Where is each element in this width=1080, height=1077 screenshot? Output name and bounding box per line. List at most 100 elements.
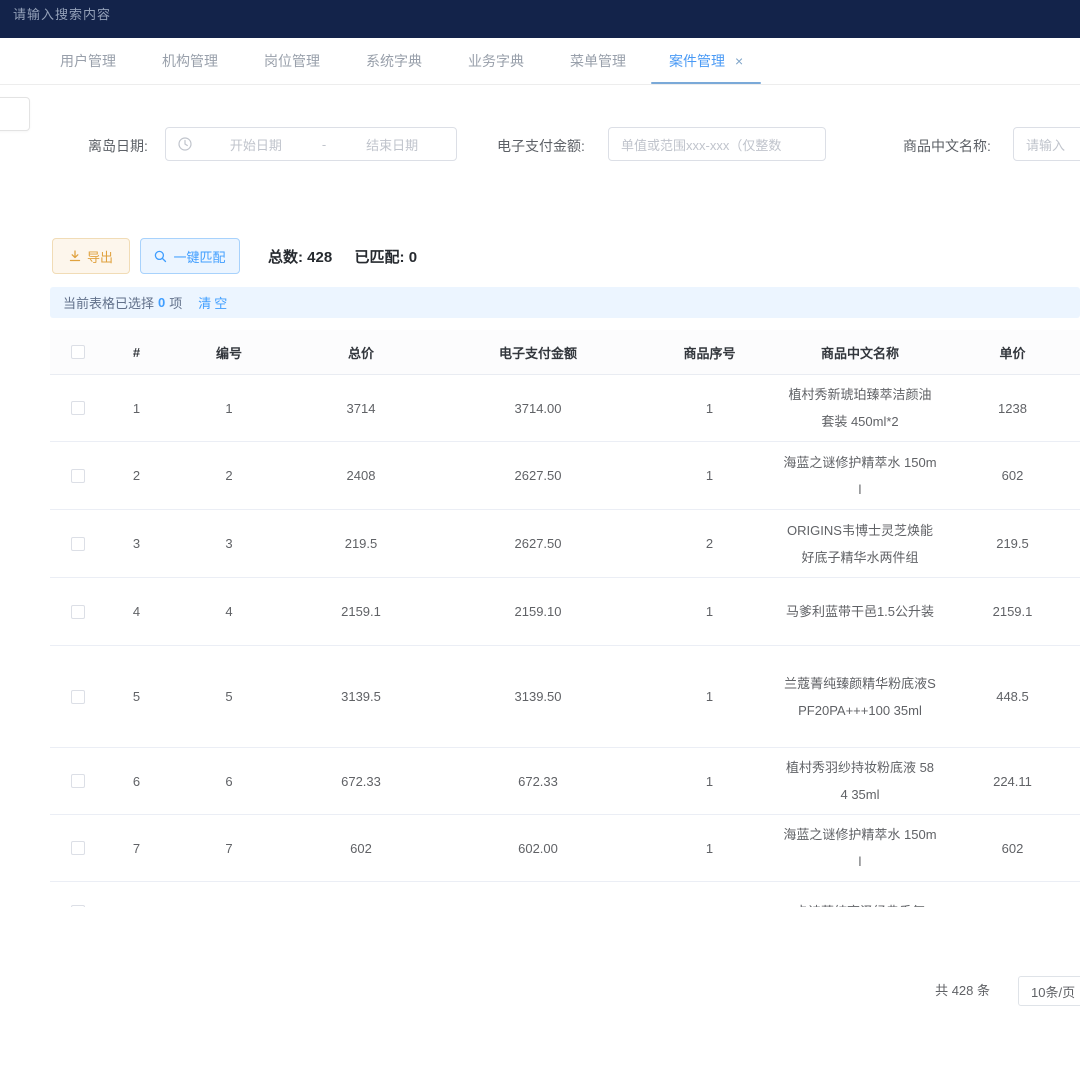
cell-code: 4 xyxy=(168,578,290,645)
table-header: # 编号 总价 电子支付金额 商品序号 商品中文名称 单价 xyxy=(50,330,1080,375)
cell-epayment: 2159.10 xyxy=(432,578,644,645)
tab-item[interactable]: 菜单管理 xyxy=(547,38,649,84)
cell-product-name: 植村秀羽纱持妆粉底液 584 35ml xyxy=(775,748,945,814)
cell-epayment: 2627.50 xyxy=(432,442,644,509)
cell-product-seq: 1 xyxy=(644,882,775,907)
cell-epayment: 1393.47 xyxy=(432,882,644,907)
table-row: 6 6 672.33 672.33 1 植村秀羽纱持妆粉底液 584 35ml … xyxy=(50,748,1080,815)
cell-epayment: 3139.50 xyxy=(432,646,644,747)
page-size-select[interactable]: 10条/页 xyxy=(1018,976,1080,1006)
cell-index: 2 xyxy=(105,442,168,509)
cell-product-name: 海蓝之谜修护精萃水 150ml xyxy=(775,815,945,881)
cell-total-price: 219.5 xyxy=(290,510,432,577)
end-date-input[interactable]: 结束日期 xyxy=(328,135,456,154)
tab-item[interactable]: 机构管理 xyxy=(139,38,241,84)
cell-product-seq: 1 xyxy=(644,646,775,747)
page: { "topbar": { "search_placeholder": "请输入… xyxy=(0,0,1080,1077)
row-checkbox[interactable] xyxy=(71,690,85,704)
row-checkbox[interactable] xyxy=(71,469,85,483)
pagination: 共 428 条 10条/页 xyxy=(0,976,1080,1010)
tab-item[interactable]: 用户管理 xyxy=(37,38,139,84)
global-search-input[interactable]: 请输入搜索内容 xyxy=(13,4,111,23)
toolbar: 导出 一键匹配 总数: 428 已匹配: 0 xyxy=(0,238,1080,274)
data-table: # 编号 总价 电子支付金额 商品序号 商品中文名称 单价 1 1 3714 3… xyxy=(50,330,1080,907)
product-input-placeholder: 请输入 xyxy=(1026,135,1065,154)
filter-bar: 离岛日期: 开始日期 - 结束日期 电子支付金额: 单值或范围xxx-xxx（仅… xyxy=(0,127,1080,163)
payment-amount-input[interactable]: 单值或范围xxx-xxx（仅整数 xyxy=(608,127,826,161)
date-range-separator: - xyxy=(320,137,328,152)
column-header-index: # xyxy=(105,330,168,374)
cell-code: 6 xyxy=(168,748,290,814)
cell-index: 6 xyxy=(105,748,168,814)
cell-product-name: 马爹利蓝带干邑1.5公升装 xyxy=(775,578,945,645)
page-size-value: 10条/页 xyxy=(1031,982,1075,1001)
cell-total-price: 3714 xyxy=(290,375,432,441)
column-header-total-price: 总价 xyxy=(290,330,432,374)
cell-index: 3 xyxy=(105,510,168,577)
search-icon xyxy=(154,250,167,263)
table-row: 5 5 3139.5 3139.50 1 兰蔻菁纯臻颜精华粉底液SPF20PA+… xyxy=(50,646,1080,748)
cell-product-seq: 1 xyxy=(644,375,775,441)
row-checkbox[interactable] xyxy=(71,841,85,855)
row-checkbox[interactable] xyxy=(71,401,85,415)
download-icon xyxy=(69,250,81,262)
cell-index: 1 xyxy=(105,375,168,441)
one-click-match-button[interactable]: 一键匹配 xyxy=(140,238,240,274)
cell-product-name: 卡诗菁纯亮泽经典香氛 xyxy=(775,882,945,907)
export-button[interactable]: 导出 xyxy=(52,238,130,274)
cell-total-price: 1393.47 xyxy=(290,882,432,907)
cell-code: 8 xyxy=(168,882,290,907)
clear-selection-link[interactable]: 清空 xyxy=(198,293,230,312)
cell-total-price: 602 xyxy=(290,815,432,881)
cell-epayment: 672.33 xyxy=(432,748,644,814)
tab-case-management-active[interactable]: 案件管理 × xyxy=(649,38,763,84)
row-checkbox[interactable] xyxy=(71,905,85,908)
cell-unit-price: 1238 xyxy=(945,375,1080,441)
product-name-input[interactable]: 请输入 xyxy=(1013,127,1080,161)
table-row: 8 8 1393.47 1393.47 1 卡诗菁纯亮泽经典香氛 463.82 xyxy=(50,882,1080,907)
cell-unit-price: 219.5 xyxy=(945,510,1080,577)
cell-product-seq: 1 xyxy=(644,815,775,881)
row-checkbox[interactable] xyxy=(71,774,85,788)
cell-product-seq: 1 xyxy=(644,748,775,814)
table-row: 1 1 3714 3714.00 1 植村秀新琥珀臻萃洁颜油套装 450ml*2… xyxy=(50,375,1080,442)
cell-epayment: 2627.50 xyxy=(432,510,644,577)
column-header-unit-price: 单价 xyxy=(945,330,1080,374)
tab-active-label: 案件管理 xyxy=(669,38,725,84)
collapsed-panel-stub[interactable] xyxy=(0,97,30,131)
table-row: 2 2 2408 2627.50 1 海蓝之谜修护精萃水 150ml 602 xyxy=(50,442,1080,510)
tab-close-icon[interactable]: × xyxy=(735,54,743,68)
column-header-product-name: 商品中文名称 xyxy=(775,330,945,374)
cell-product-name: 兰蔻菁纯臻颜精华粉底液SPF20PA+++100 35ml xyxy=(775,646,945,747)
tab-item[interactable]: 岗位管理 xyxy=(241,38,343,84)
selection-count: 0 xyxy=(154,295,169,310)
cell-epayment: 3714.00 xyxy=(432,375,644,441)
cell-product-name: 植村秀新琥珀臻萃洁颜油套装 450ml*2 xyxy=(775,375,945,441)
pagination-total-text: 共 428 条 xyxy=(935,976,990,1006)
row-checkbox[interactable] xyxy=(71,537,85,551)
cell-unit-price: 448.5 xyxy=(945,646,1080,747)
matched-count-label: 已匹配: xyxy=(355,249,405,266)
clock-icon xyxy=(178,137,192,151)
select-all-checkbox[interactable] xyxy=(71,345,85,359)
tab-item[interactable]: 系统字典 xyxy=(343,38,445,84)
cell-total-price: 672.33 xyxy=(290,748,432,814)
row-checkbox[interactable] xyxy=(71,605,85,619)
cell-total-price: 2408 xyxy=(290,442,432,509)
cell-code: 1 xyxy=(168,375,290,441)
table-row: 3 3 219.5 2627.50 2 ORIGINS韦博士灵芝焕能好底子精华水… xyxy=(50,510,1080,578)
cell-code: 2 xyxy=(168,442,290,509)
table-row: 7 7 602 602.00 1 海蓝之谜修护精萃水 150ml 602 xyxy=(50,815,1080,882)
start-date-input[interactable]: 开始日期 xyxy=(192,135,320,154)
cell-unit-price: 602 xyxy=(945,442,1080,509)
cell-product-name: ORIGINS韦博士灵芝焕能好底子精华水两件组 xyxy=(775,510,945,577)
cell-index: 4 xyxy=(105,578,168,645)
payment-filter-label: 电子支付金额: xyxy=(497,136,585,156)
cell-product-seq: 1 xyxy=(644,578,775,645)
column-header-epayment: 电子支付金额 xyxy=(432,330,644,374)
date-range-picker[interactable]: 开始日期 - 结束日期 xyxy=(165,127,457,161)
matched-count-value: 0 xyxy=(409,249,417,266)
cell-product-seq: 1 xyxy=(644,442,775,509)
cell-unit-price: 602 xyxy=(945,815,1080,881)
tab-item[interactable]: 业务字典 xyxy=(445,38,547,84)
